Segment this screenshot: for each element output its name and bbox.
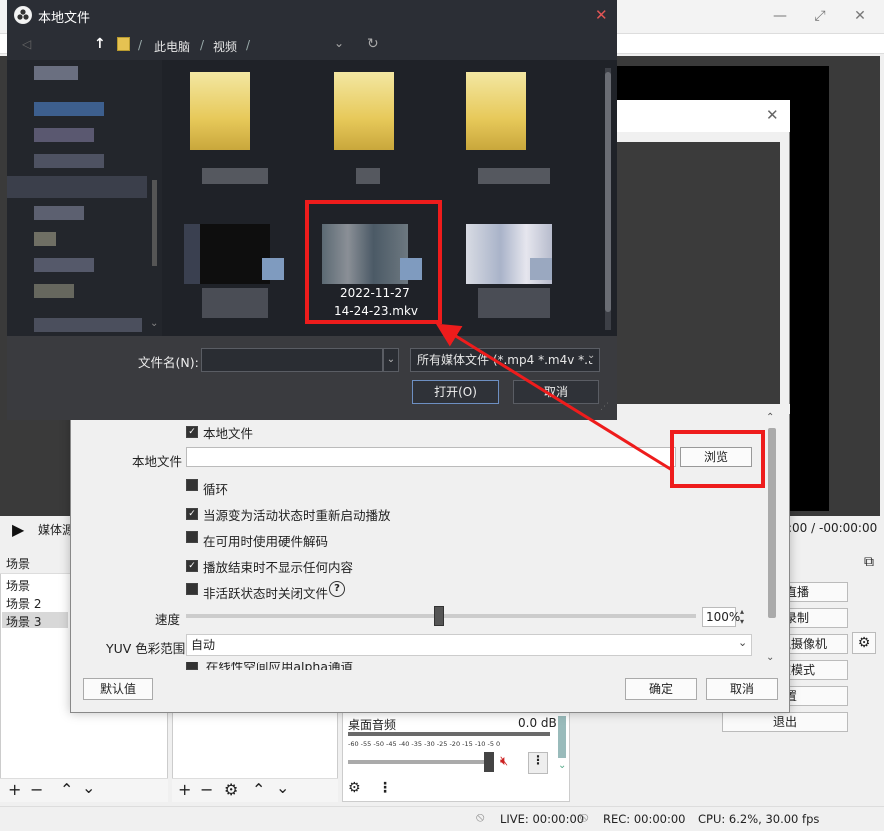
annotation-arrow xyxy=(435,323,673,472)
